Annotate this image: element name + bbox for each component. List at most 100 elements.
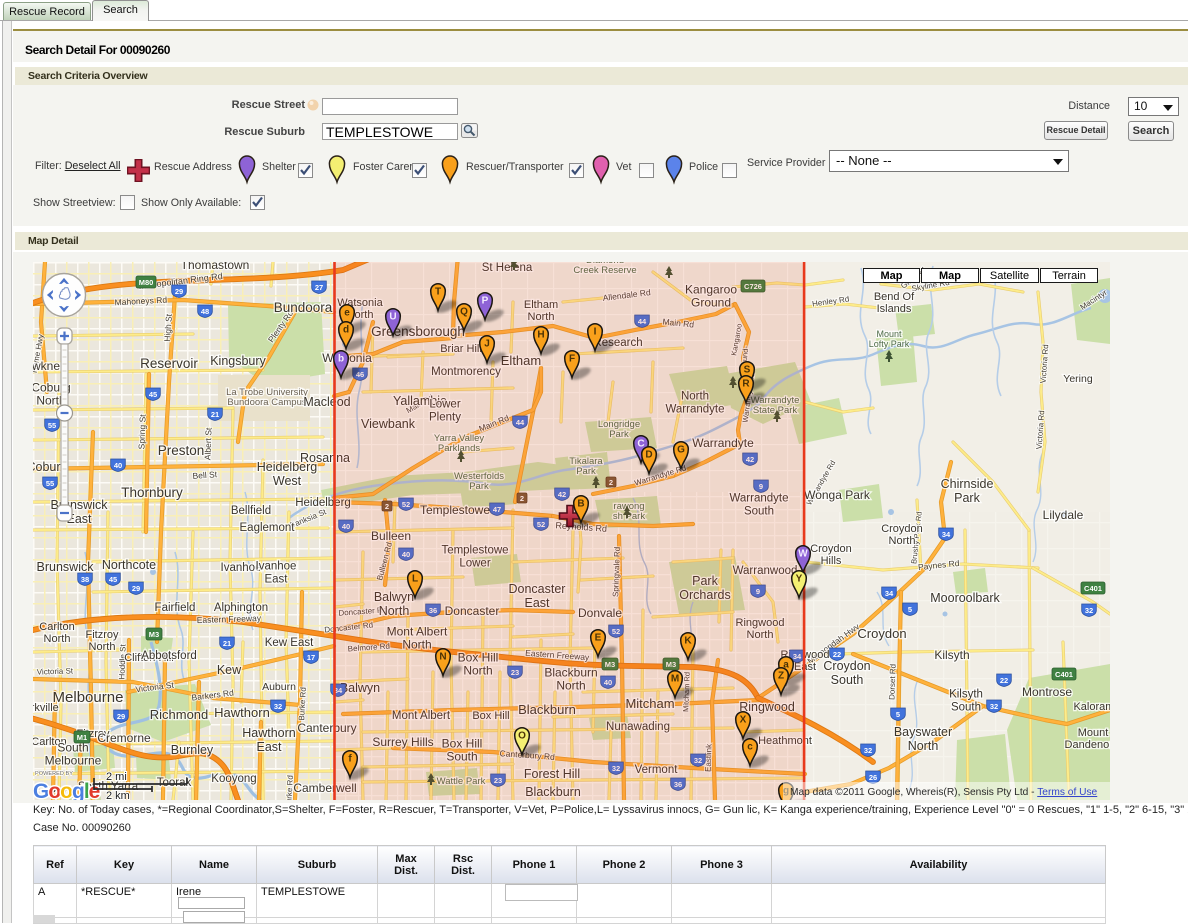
svg-text:32: 32 — [990, 702, 998, 711]
svg-text:32: 32 — [864, 746, 872, 755]
svg-text:d: d — [343, 325, 349, 336]
svg-text:Hawthorn: Hawthorn — [214, 705, 270, 720]
svg-text:M1: M1 — [77, 733, 87, 742]
svg-text:27: 27 — [315, 283, 323, 292]
svg-text:North: North — [89, 641, 116, 653]
svg-text:Abbotsford: Abbotsford — [141, 650, 197, 662]
svg-text:21: 21 — [211, 410, 219, 419]
svg-text:Ivanhoe: Ivanhoe — [256, 561, 297, 573]
svg-text:South: South — [951, 701, 981, 713]
svg-text:29: 29 — [117, 712, 125, 721]
svg-text:M: M — [671, 674, 679, 685]
svg-text:34: 34 — [942, 530, 951, 539]
svg-text:Lofty Park: Lofty Park — [869, 339, 910, 349]
svg-text:M3: M3 — [149, 630, 159, 639]
svg-text:32: 32 — [1085, 606, 1093, 615]
svg-text:Cremorne: Cremorne — [97, 731, 151, 745]
svg-text:55: 55 — [46, 479, 54, 488]
svg-text:D: D — [645, 450, 652, 461]
svg-text:N: N — [439, 652, 446, 663]
svg-text:Reservoir: Reservoir — [140, 356, 198, 371]
svg-text:M80: M80 — [139, 278, 154, 287]
svg-text:G: G — [677, 445, 685, 456]
svg-text:Map data ©2011 Google, Whereis: Map data ©2011 Google, Whereis(R), Sensi… — [790, 787, 1098, 798]
svg-text:Z: Z — [778, 671, 784, 682]
svg-text:Mount: Mount — [876, 329, 902, 339]
svg-text:2 mi: 2 mi — [106, 771, 127, 783]
svg-text:Mount: Mount — [1078, 727, 1109, 739]
svg-text:Preston: Preston — [158, 443, 205, 458]
svg-text:H: H — [537, 330, 544, 341]
svg-text:Burke Rd: Burke Rd — [297, 687, 308, 721]
svg-text:Dorset Rd: Dorset Rd — [887, 664, 897, 700]
svg-text:29: 29 — [132, 584, 140, 593]
svg-text:Q: Q — [460, 307, 468, 318]
svg-text:26: 26 — [869, 773, 877, 782]
svg-text:Fairfield: Fairfield — [155, 602, 196, 614]
svg-text:Croydon: Croydon — [881, 523, 923, 535]
svg-text:C401: C401 — [1084, 584, 1102, 593]
svg-text:C401: C401 — [1055, 670, 1073, 679]
svg-text:Croydon: Croydon — [857, 626, 906, 641]
svg-text:22: 22 — [1000, 676, 1008, 685]
svg-text:Fitzroy: Fitzroy — [86, 629, 120, 641]
svg-text:S: S — [744, 365, 751, 376]
svg-text:Hills: Hills — [821, 555, 842, 567]
svg-text:Thornbury: Thornbury — [121, 485, 183, 500]
svg-text:17: 17 — [307, 653, 315, 662]
svg-text:I: I — [594, 327, 597, 338]
svg-text:Croydon: Croydon — [810, 543, 852, 555]
svg-text:East: East — [256, 740, 282, 754]
svg-text:5: 5 — [908, 605, 912, 614]
svg-text:Kew: Kew — [217, 663, 242, 677]
svg-text:45: 45 — [109, 575, 117, 584]
svg-text:R: R — [742, 379, 750, 390]
svg-text:E: E — [595, 633, 602, 644]
svg-text:Bundoora Campus: Bundoora Campus — [227, 397, 306, 408]
svg-text:Kilsyth: Kilsyth — [934, 648, 969, 662]
svg-text:O: O — [518, 731, 526, 742]
svg-text:Spring St: Spring St — [136, 414, 147, 450]
svg-text:Bayswater: Bayswater — [894, 725, 952, 739]
svg-text:Kilsyth: Kilsyth — [949, 689, 983, 701]
svg-text:34: 34 — [885, 589, 894, 598]
svg-text:Hawthorn: Hawthorn — [242, 726, 296, 740]
svg-text:Bend Of: Bend Of — [874, 291, 915, 303]
svg-text:Kew East: Kew East — [265, 637, 314, 649]
svg-text:38: 38 — [81, 575, 89, 584]
svg-text:b: b — [338, 354, 344, 365]
svg-text:5: 5 — [896, 710, 900, 719]
svg-text:Mooroolbark: Mooroolbark — [930, 591, 1000, 605]
svg-text:45: 45 — [149, 390, 157, 399]
svg-text:North: North — [889, 535, 916, 547]
svg-text:J: J — [484, 339, 490, 350]
svg-text:P: P — [482, 296, 489, 307]
svg-text:North: North — [908, 739, 939, 753]
svg-text:Auburn: Auburn — [262, 681, 296, 693]
svg-text:K: K — [684, 636, 692, 647]
svg-text:Kingsbury: Kingsbury — [210, 354, 266, 368]
svg-text:B: B — [577, 499, 584, 510]
svg-text:X: X — [740, 715, 747, 726]
svg-text:Fawkner: Fawkner — [33, 359, 64, 373]
svg-text:Victoria St: Victoria St — [37, 666, 74, 676]
svg-text:e: e — [344, 308, 350, 319]
svg-text:U: U — [389, 312, 396, 323]
svg-text:c: c — [747, 742, 753, 753]
svg-text:Bellfield: Bellfield — [231, 505, 271, 517]
svg-text:High St: High St — [162, 313, 174, 342]
svg-text:2 km: 2 km — [106, 790, 130, 800]
svg-text:T: T — [435, 287, 441, 298]
svg-text:32: 32 — [274, 702, 282, 711]
svg-text:North: North — [44, 633, 71, 645]
svg-text:Park: Park — [954, 491, 980, 505]
svg-text:Lilydale: Lilydale — [1043, 508, 1084, 522]
svg-text:Melbourne: Melbourne — [53, 689, 124, 706]
svg-text:22: 22 — [833, 650, 841, 659]
svg-text:Northcote: Northcote — [102, 558, 156, 572]
svg-text:Kalorama: Kalorama — [1073, 701, 1110, 713]
svg-text:Richmond: Richmond — [150, 707, 209, 722]
svg-text:L: L — [412, 574, 418, 585]
svg-text:40: 40 — [114, 461, 122, 470]
svg-text:Dandenong: Dandenong — [1065, 739, 1110, 751]
